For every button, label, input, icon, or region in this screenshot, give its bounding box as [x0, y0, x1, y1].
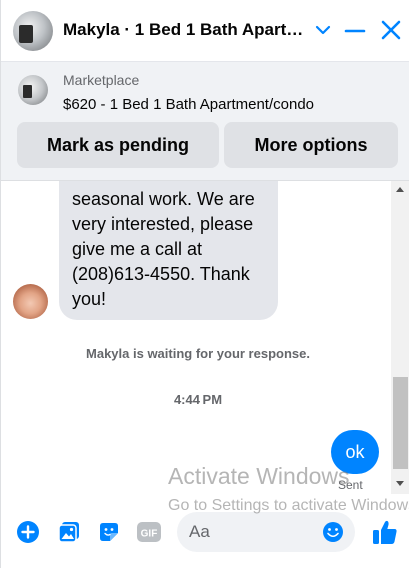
scrollbar-thumb[interactable]: [393, 377, 408, 469]
scroll-up-arrow-icon[interactable]: [396, 187, 404, 192]
message-timestamp: 4:44 PM: [173, 392, 223, 407]
scroll-down-arrow-icon[interactable]: [396, 481, 404, 486]
emoji-icon[interactable]: [322, 521, 344, 543]
incoming-message-text: seasonal work. We are very interested, p…: [72, 189, 255, 309]
chat-title[interactable]: Makyla · 1 Bed 1 Bath Apartment/condo: [63, 20, 309, 40]
marketplace-panel: Marketplace $620 - 1 Bed 1 Bath Apartmen…: [1, 62, 409, 181]
thumbs-up-icon[interactable]: [371, 518, 399, 546]
photo-icon[interactable]: [57, 520, 81, 544]
plus-circle-icon[interactable]: [16, 520, 40, 544]
sent-status: Sent: [338, 478, 363, 492]
outgoing-message-bubble: ok: [331, 430, 379, 474]
chevron-down-icon[interactable]: [313, 18, 333, 42]
listing-title[interactable]: $620 - 1 Bed 1 Bath Apartment/condo: [63, 96, 314, 113]
sender-avatar[interactable]: [13, 284, 48, 319]
chat-header[interactable]: Makyla · 1 Bed 1 Bath Apartment/condo: [1, 0, 409, 62]
chat-window: Makyla · 1 Bed 1 Bath Apartment/condo Ma…: [0, 0, 409, 568]
message-input-placeholder: Aa: [189, 522, 210, 541]
message-list[interactable]: seasonal work. We are very interested, p…: [1, 181, 409, 494]
listing-thumbnail[interactable]: [18, 75, 48, 105]
close-icon[interactable]: [379, 18, 403, 42]
waiting-notice: Makyla is waiting for your response.: [86, 346, 310, 361]
gif-icon[interactable]: GIF: [136, 520, 162, 544]
more-options-button[interactable]: More options: [224, 122, 398, 168]
svg-text:GIF: GIF: [141, 529, 158, 540]
sticker-icon[interactable]: [97, 520, 121, 544]
minimize-icon[interactable]: [344, 18, 366, 42]
message-composer: GIF Aa: [1, 494, 409, 568]
marketplace-label: Marketplace: [63, 72, 140, 88]
message-scrollbar[interactable]: [391, 181, 409, 494]
message-input[interactable]: Aa: [177, 512, 355, 552]
mark-as-pending-button[interactable]: Mark as pending: [17, 122, 219, 168]
avatar[interactable]: [13, 11, 53, 51]
